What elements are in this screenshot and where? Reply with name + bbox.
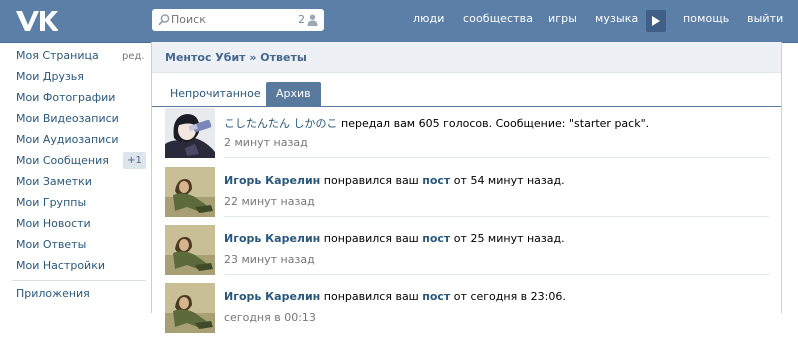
notification-item: こしたんたん しかのこ передал вам 605 голосов. Соо… (152, 108, 781, 166)
sidebar-item-photos[interactable]: Мои Фотографии (16, 89, 115, 107)
sidebar-item-messages[interactable]: Мои Сообщения (16, 152, 109, 170)
notification-text: Игорь Карелин понравился ваш пост от сег… (224, 290, 566, 303)
notification-message: передал вам 605 голосов. Сообщение: "sta… (337, 117, 650, 130)
notification-time: 23 минут назад (224, 253, 315, 266)
user-link[interactable]: Игорь Карелин (224, 232, 320, 245)
notification-text: Игорь Карелин понравился ваш пост от 54 … (224, 174, 565, 187)
answers-panel: Ментос Убит » Ответы Непрочитанное Архив… (151, 42, 782, 333)
music-play-button[interactable] (646, 10, 666, 32)
sidebar-item-audio[interactable]: Мои Аудиозаписи (16, 131, 119, 149)
search-box[interactable]: 2 (152, 9, 324, 31)
notification-item: Игорь Карелин понравился ваш пост от 54 … (152, 167, 781, 225)
anime-avatar[interactable] (165, 108, 215, 158)
play-icon (652, 16, 660, 26)
item-divider (224, 274, 769, 275)
sidebar-item-settings[interactable]: Мои Настройки (16, 257, 105, 275)
nav-logout[interactable]: выйти (747, 12, 783, 25)
post-link[interactable]: пост (422, 174, 450, 187)
notification-item: Игорь Карелин понравился ваш пост от 25 … (152, 225, 781, 283)
notification-text: こしたんたん しかのこ передал вам 605 голосов. Соо… (224, 115, 649, 131)
user-link[interactable]: こしたんたん しかのこ (224, 117, 338, 130)
user-link[interactable]: Игорь Карелин (224, 174, 320, 187)
nav-communities[interactable]: сообщества (463, 12, 533, 25)
sidebar-item-groups[interactable]: Мои Группы (16, 194, 86, 212)
notification-message-tail: от 25 минут назад. (450, 232, 565, 245)
search-input[interactable] (171, 11, 281, 28)
nav-games[interactable]: игры (548, 12, 577, 25)
photo-avatar[interactable] (165, 283, 215, 333)
sidebar-item-videos[interactable]: Мои Видеозаписи (16, 110, 119, 128)
sidebar-item-answers[interactable]: Мои Ответы (16, 236, 86, 254)
nav-people[interactable]: люди (413, 12, 444, 25)
post-link[interactable]: пост (422, 290, 450, 303)
vk-logo-icon[interactable] (14, 8, 58, 34)
notification-text: Игорь Карелин понравился ваш пост от 25 … (224, 232, 565, 245)
people-icon (307, 14, 318, 26)
page-header: Ментос Убит » Ответы (152, 42, 781, 73)
photo-avatar[interactable] (165, 225, 215, 275)
post-link[interactable]: пост (422, 232, 450, 245)
tab-unread[interactable]: Непрочитанное (162, 82, 269, 106)
sidebar-item-friends[interactable]: Мои Друзья (16, 68, 84, 86)
notification-time: 22 минут назад (224, 195, 315, 208)
notification-message: понравился ваш (320, 290, 423, 303)
sidebar-edit-link[interactable]: ред. (122, 51, 145, 62)
tab-archive[interactable]: Архив (266, 82, 321, 106)
sidebar-item-apps[interactable]: Приложения (16, 285, 90, 303)
tab-bar: Непрочитанное Архив (152, 82, 781, 107)
search-people-count: 2 (298, 13, 305, 26)
notification-item: Игорь Карелин понравился ваш пост от сег… (152, 283, 781, 341)
messages-count-badge[interactable]: +1 (123, 152, 146, 169)
top-bar: 2 люди сообщества игры музыка помощь вый… (0, 0, 798, 43)
user-link[interactable]: Игорь Карелин (224, 290, 320, 303)
sidebar-item-news[interactable]: Мои Новости (16, 215, 91, 233)
notification-message: понравился ваш (320, 174, 423, 187)
notification-message-tail: от сегодня в 23:06. (450, 290, 566, 303)
item-divider (224, 216, 769, 217)
nav-music[interactable]: музыка (595, 12, 638, 25)
search-icon (158, 14, 170, 26)
notification-time: 2 минут назад (224, 136, 308, 149)
notification-message-tail: от 54 минут назад. (450, 174, 565, 187)
sidebar-item-my-page[interactable]: Моя Страница (16, 47, 99, 65)
sidebar-divider (12, 280, 146, 281)
photo-avatar[interactable] (165, 167, 215, 217)
breadcrumb: Ментос Убит » Ответы (165, 51, 307, 64)
item-divider (224, 157, 769, 158)
nav-help[interactable]: помощь (683, 12, 729, 25)
notification-message: понравился ваш (320, 232, 423, 245)
sidebar-item-notes[interactable]: Мои Заметки (16, 173, 92, 191)
